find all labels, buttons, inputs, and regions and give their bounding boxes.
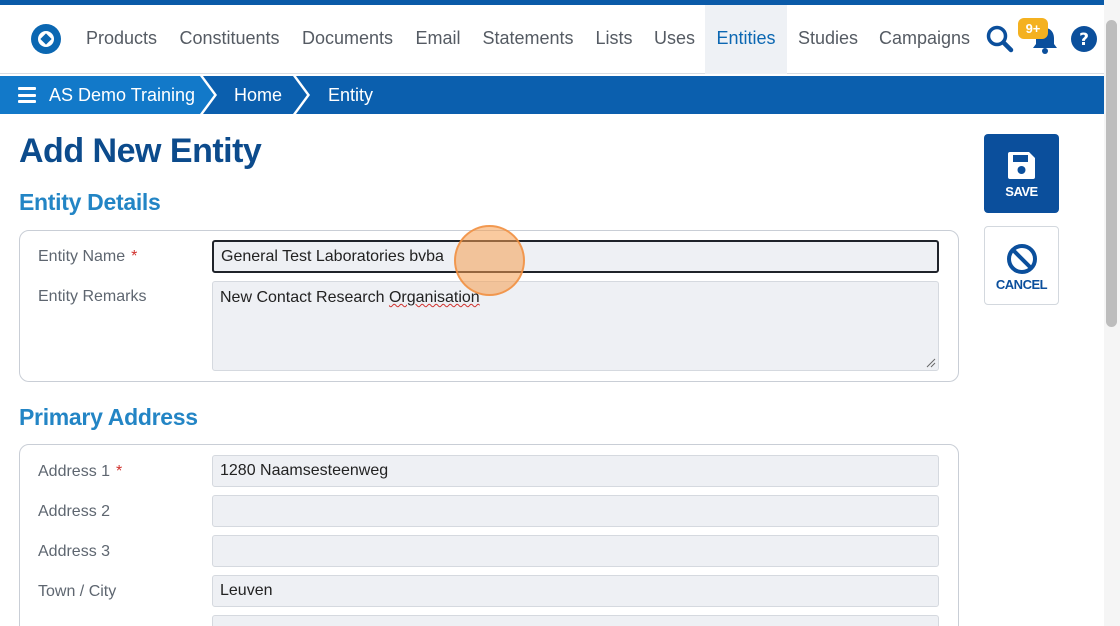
save-button[interactable]: SAVE [984,134,1059,213]
ban-icon [1007,244,1037,274]
required-marker: * [116,463,123,480]
nav-item-constituents[interactable]: Constituents [168,5,291,74]
address-3-input[interactable] [212,535,939,567]
entity-remarks-textarea[interactable]: New Contact Research Organisation [212,281,939,371]
required-marker: * [131,248,138,265]
nav-item-studies[interactable]: Studies [787,5,869,74]
address-2-input[interactable] [212,495,939,527]
breadcrumb-item-label: AS Demo Training [49,85,196,105]
nav-item-statements[interactable]: Statements [472,5,584,74]
page-scrollbar-thumb[interactable] [1106,20,1117,327]
town-city-label: Town / City [38,583,117,600]
notification-badge[interactable]: 9+ [1018,18,1048,39]
logo-icon[interactable] [31,24,61,54]
section-title-primary-address: Primary Address [19,404,198,430]
nav-item-documents[interactable]: Documents [291,5,404,74]
address-1-label: Address 1 * [38,463,122,481]
breadcrumb: AS Demo Training Home Entity [0,76,1104,114]
nav-item-products[interactable]: Products [75,5,168,74]
address-1-input[interactable] [212,455,939,487]
search-icon[interactable] [985,24,1015,54]
breadcrumb-separator-icon [197,76,217,114]
address-3-label: Address 3 [38,543,111,560]
help-icon[interactable]: ? [1071,26,1097,52]
breadcrumb-item-entity[interactable]: Entity [328,76,373,114]
entity-remarks-label: Entity Remarks [38,288,147,305]
entity-name-label: Entity Name * [38,248,137,266]
address-1-label-text: Address 1 [38,463,111,480]
section-title-entity-details: Entity Details [19,189,161,215]
entity-name-input[interactable] [212,240,939,273]
town-city-input[interactable] [212,575,939,607]
nav-item-campaigns[interactable]: Campaigns [869,5,980,74]
save-button-label: SAVE [1005,184,1038,199]
breadcrumb-item-workspace[interactable]: AS Demo Training [0,76,203,114]
nav-item-entities[interactable]: Entities [705,5,787,74]
cancel-button-label: CANCEL [995,277,1048,292]
floppy-disk-icon [1008,152,1035,179]
breadcrumb-item-home[interactable]: Home [234,76,282,114]
top-navbar: Products Constituents Documents Email St… [0,5,1104,74]
resize-grip-icon[interactable] [926,358,936,368]
nav-item-email[interactable]: Email [404,5,472,74]
menu-icon[interactable] [18,87,36,103]
nav-item-uses[interactable]: Uses [644,5,705,74]
address-2-label: Address 2 [38,503,111,520]
breadcrumb-separator-icon [293,76,310,114]
misspelled-word: Organisation [388,289,480,306]
entity-remarks-text: New Contact Research Organisation [220,289,480,306]
entity-name-label-text: Entity Name [38,248,126,265]
cancel-button[interactable]: CANCEL [984,226,1059,305]
svg-text:?: ? [1079,30,1089,50]
nav-item-lists[interactable]: Lists [584,5,644,74]
page-title: Add New Entity [19,132,262,170]
next-address-input[interactable] [212,615,939,626]
